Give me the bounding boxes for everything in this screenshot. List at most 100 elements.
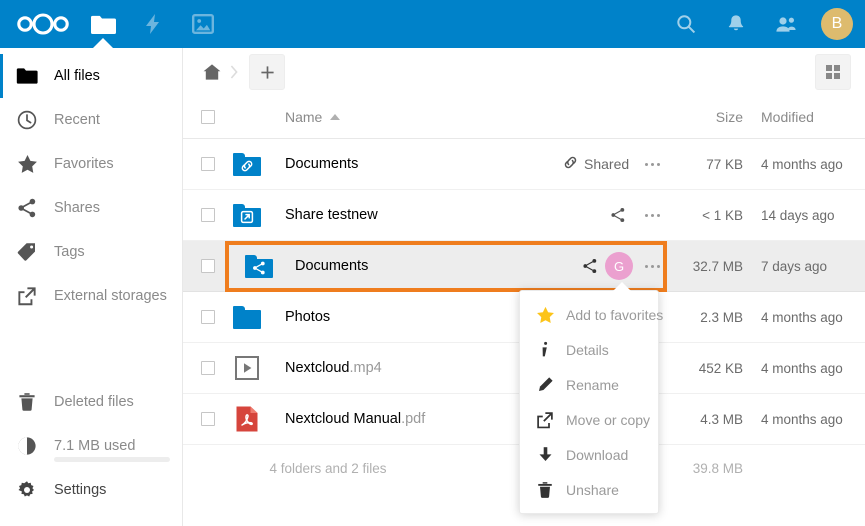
file-basename: Nextcloud Manual — [285, 411, 402, 427]
header-name-cell: Name — [285, 109, 557, 125]
file-size: 2.3 MB — [700, 309, 743, 325]
share-button[interactable] — [577, 246, 603, 286]
trash-icon — [532, 481, 558, 499]
file-modified: 14 days ago — [761, 207, 835, 223]
file-modified: 4 months ago — [761, 360, 843, 376]
file-name: Nextcloud Manual.pdf — [285, 411, 425, 427]
app-icon-files[interactable] — [78, 0, 128, 48]
sidebar-item-quota[interactable]: 7.1 MB used — [0, 424, 182, 468]
column-header-modified[interactable]: Modified — [749, 109, 865, 125]
row-name-cell[interactable]: Documents — [285, 156, 557, 172]
share-icon — [14, 195, 40, 221]
file-name: Photos — [285, 309, 331, 325]
row-actions — [557, 195, 675, 235]
file-basename: Nextcloud — [285, 360, 350, 376]
bell-icon[interactable] — [711, 0, 761, 48]
context-menu-label: Move or copy — [566, 411, 651, 428]
file-name: Share testnew — [285, 207, 378, 223]
sidebar-item-shares[interactable]: Shares — [0, 186, 182, 230]
row-file-icon — [233, 354, 285, 382]
table-row-selected[interactable]: Documents G 32.7 MB 7 days ago — [183, 241, 865, 292]
shared-status-button[interactable]: Shared — [557, 155, 635, 173]
folder-icon — [233, 305, 261, 329]
breadcrumb-home-icon[interactable] — [199, 48, 225, 96]
column-header-size[interactable]: Size — [675, 109, 749, 125]
sidebar: All files Recent Favorites Shares Tags E… — [0, 48, 183, 526]
context-menu-item-download[interactable]: Download — [520, 437, 658, 472]
download-icon — [532, 446, 558, 464]
folder-share-icon — [245, 254, 273, 278]
sidebar-item-label: External storages — [54, 288, 167, 304]
file-name: Documents — [295, 258, 369, 274]
file-name: Nextcloud.mp4 — [285, 360, 382, 376]
row-checkbox[interactable] — [201, 157, 215, 171]
row-menu-button-active[interactable] — [635, 246, 669, 286]
app-icon-photos[interactable] — [178, 0, 228, 48]
sidebar-item-external-storages[interactable]: External storages — [0, 274, 182, 318]
star-icon — [14, 151, 40, 177]
file-name: Documents — [285, 156, 359, 172]
table-row[interactable]: Documents Shared 77 KB 4 months ago — [183, 139, 865, 190]
row-name-cell[interactable]: Nextcloud.mp4 — [285, 360, 557, 376]
row-name-cell[interactable]: Photos — [285, 309, 557, 325]
context-menu-item-rename[interactable]: Rename — [520, 367, 658, 402]
sort-ascending-icon — [330, 114, 341, 120]
row-name-cell[interactable]: Nextcloud Manual.pdf — [285, 411, 557, 427]
grid-view-toggle[interactable] — [815, 54, 851, 90]
context-menu-label: Download — [566, 446, 629, 463]
row-file-icon — [233, 305, 285, 329]
sidebar-item-tags[interactable]: Tags — [0, 230, 182, 274]
quota-label: 7.1 MB used — [54, 438, 136, 454]
context-menu-label: Rename — [566, 376, 619, 393]
new-file-button[interactable] — [249, 54, 285, 90]
sidebar-item-settings[interactable]: Settings — [0, 468, 182, 512]
file-extension: .pdf — [401, 411, 426, 427]
row-checkbox[interactable] — [201, 208, 215, 222]
file-modified: 4 months ago — [761, 309, 843, 325]
star-icon — [532, 306, 558, 324]
app-icon-activity[interactable] — [128, 0, 178, 48]
table-row[interactable]: Share testnew < 1 KB 14 days ago — [183, 190, 865, 241]
row-select-cell — [183, 310, 233, 324]
sidebar-item-deleted-files[interactable]: Deleted files — [0, 380, 182, 424]
row-checkbox[interactable] — [201, 412, 215, 426]
contacts-icon[interactable] — [761, 0, 811, 48]
row-checkbox[interactable] — [201, 361, 215, 375]
row-checkbox[interactable] — [201, 310, 215, 324]
sidebar-item-favorites[interactable]: Favorites — [0, 142, 182, 186]
file-modified: 4 months ago — [761, 411, 843, 427]
total-size-summary: 39.8 MB — [692, 460, 743, 476]
sidebar-bottom: Deleted files 7.1 MB used Settings — [0, 380, 182, 526]
external-link-icon — [532, 411, 558, 429]
column-header-name: Name — [285, 109, 323, 125]
sidebar-item-label: Deleted files — [54, 394, 134, 410]
share-recipient-avatar[interactable]: G — [605, 252, 633, 280]
row-checkbox[interactable] — [201, 259, 215, 273]
context-menu-item-details[interactable]: Details — [520, 332, 658, 367]
nextcloud-logo[interactable] — [8, 0, 78, 48]
file-size: 4.3 MB — [700, 411, 743, 427]
file-extension: .mp4 — [349, 360, 382, 376]
share-button[interactable] — [601, 195, 635, 235]
row-menu-button[interactable] — [635, 144, 669, 184]
search-icon[interactable] — [661, 0, 711, 48]
context-menu-item-unshare[interactable]: Unshare — [520, 472, 658, 507]
context-menu-label: Add to favorites — [566, 306, 664, 323]
sidebar-item-all-files[interactable]: All files — [0, 54, 182, 98]
context-menu-item-add-to-favorites[interactable]: Add to favorites — [520, 297, 663, 332]
context-menu-item-move-or-copy[interactable]: Move or copy — [520, 402, 658, 437]
row-select-cell — [183, 208, 233, 222]
user-avatar[interactable]: B — [821, 8, 853, 40]
quota-bar — [54, 457, 170, 462]
file-size: 77 KB — [706, 156, 743, 172]
row-menu-button[interactable] — [635, 195, 669, 235]
row-select-cell — [183, 412, 233, 426]
trash-icon — [14, 389, 40, 415]
select-all-checkbox[interactable] — [201, 110, 215, 124]
sidebar-item-recent[interactable]: Recent — [0, 98, 182, 142]
more-actions-icon — [644, 264, 660, 268]
row-name-cell[interactable]: Documents — [285, 258, 557, 274]
row-name-cell[interactable]: Share testnew — [285, 207, 557, 223]
table-header-row: Name Size Modified — [183, 96, 865, 139]
sort-by-name-button[interactable]: Name — [285, 109, 341, 125]
